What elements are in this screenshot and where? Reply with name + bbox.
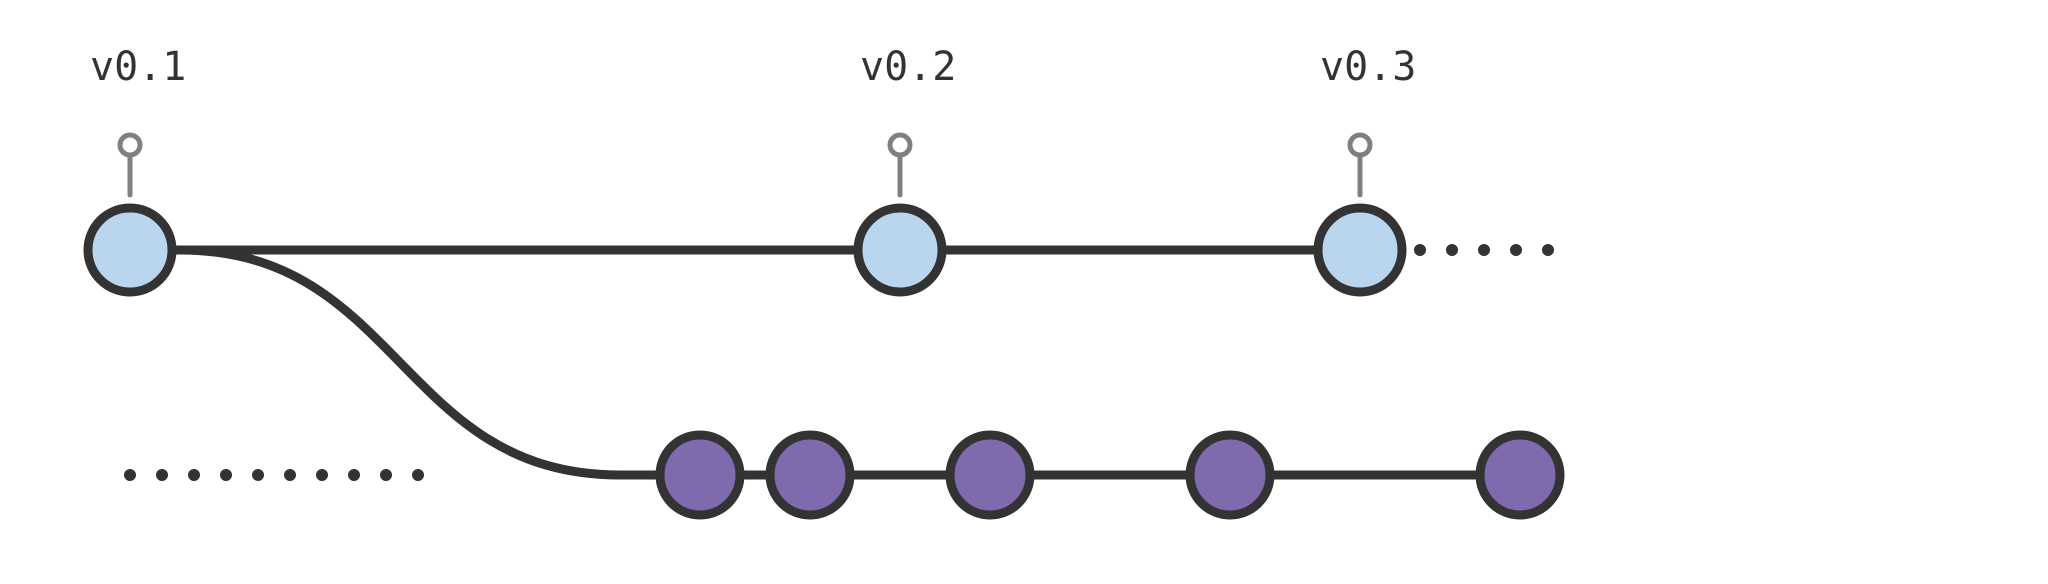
- tag-marker: v0.2: [860, 44, 956, 195]
- tag-marker: v0.3: [1320, 44, 1416, 195]
- tag-label: v0.2: [860, 44, 956, 90]
- tag-label: v0.1: [90, 44, 186, 90]
- main-commit-node: [88, 208, 172, 292]
- feature-commit-node: [1190, 435, 1270, 515]
- feature-commit-node: [660, 435, 740, 515]
- main-commit-node: [1318, 208, 1402, 292]
- feature-commit-node: [950, 435, 1030, 515]
- feature-commit-node: [1480, 435, 1560, 515]
- tag-marker: v0.1: [90, 44, 186, 195]
- branch-curve: [180, 250, 620, 475]
- main-commit-node: [858, 208, 942, 292]
- git-branch-diagram: v0.1 v0.2 v0.3: [0, 0, 2048, 584]
- tag-label: v0.3: [1320, 44, 1416, 90]
- feature-commit-node: [770, 435, 850, 515]
